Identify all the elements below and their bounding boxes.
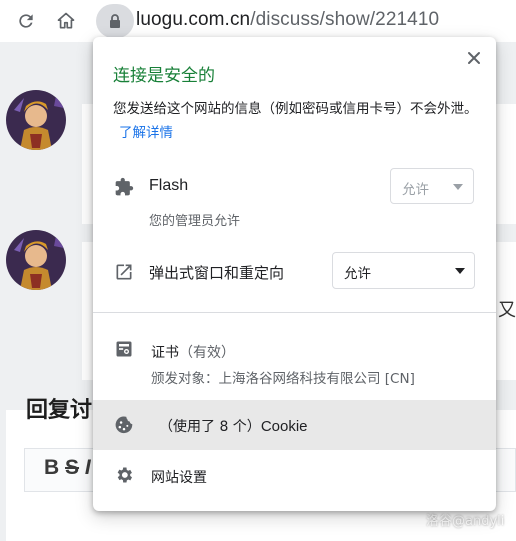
home-icon <box>57 12 75 29</box>
puzzle-icon <box>113 176 135 198</box>
home-button[interactable] <box>52 7 80 35</box>
reload-button[interactable] <box>12 7 40 35</box>
browser-toolbar: luogu.com.cn/discuss/show/221410 <box>0 0 516 42</box>
external-link-icon <box>113 261 135 283</box>
address-bar[interactable]: luogu.com.cn/discuss/show/221410 <box>136 9 439 31</box>
reply-heading: 回复讨 <box>26 398 93 423</box>
url-host: luogu.com.cn <box>136 9 251 30</box>
watermark: 洛谷@andyli <box>426 514 505 529</box>
bold-button[interactable]: B <box>44 456 59 479</box>
italic-button[interactable]: I <box>85 456 91 479</box>
certificate-label: 证书 <box>151 345 179 361</box>
url-path: /discuss/show/221410 <box>250 9 440 30</box>
avatar[interactable] <box>6 90 66 150</box>
certificate-issued-to: 颁发对象：上海洛谷网络科技有限公司 [CN] <box>151 371 415 387</box>
lock-icon <box>110 14 120 28</box>
site-info-popup: 连接是安全的 您发送给这个网站的信息（例如密码或信用卡号）不会外泄。了解详情 F… <box>93 37 496 511</box>
cookie-icon <box>113 414 135 436</box>
security-description-text: 您发送给这个网站的信息（例如密码或信用卡号）不会外泄。 <box>113 101 478 117</box>
strikethrough-button[interactable]: S <box>65 456 79 479</box>
site-settings-link[interactable]: 网站设置 <box>151 467 207 487</box>
post-text-fragment: 又 <box>498 300 516 321</box>
chevron-down-icon <box>453 184 463 190</box>
close-button[interactable] <box>463 47 485 69</box>
security-description: 您发送给这个网站的信息（例如密码或信用卡号）不会外泄。了解详情 <box>113 97 483 145</box>
gear-icon <box>113 464 135 486</box>
certificate-icon <box>113 338 135 360</box>
avatar[interactable] <box>6 230 66 290</box>
close-icon <box>468 52 480 64</box>
flash-permission-select: 允许 <box>390 168 474 204</box>
popups-permission-select[interactable]: 允许 <box>332 252 475 289</box>
divider <box>93 312 496 313</box>
cookies-count: （使用了 8 个） <box>159 419 261 435</box>
learn-more-link[interactable]: 了解详情 <box>119 125 173 141</box>
popups-permission-value: 允许 <box>344 266 371 282</box>
certificate-button[interactable]: 证书（有效） <box>151 342 235 362</box>
cookies-text: Cookie <box>260 418 308 435</box>
flash-permission-value: 允许 <box>402 182 429 198</box>
cookies-label: （使用了 8 个）Cookie <box>159 416 308 436</box>
popups-permission-label: 弹出式窗口和重定向 <box>149 264 285 282</box>
site-info-button[interactable] <box>96 4 134 38</box>
chevron-down-icon <box>455 268 465 274</box>
certificate-status: （有效） <box>179 345 235 361</box>
reload-icon <box>19 14 33 28</box>
flash-permission-label: Flash <box>149 177 189 194</box>
flash-admin-note: 您的管理员允许 <box>149 214 241 229</box>
cookies-row[interactable]: （使用了 8 个）Cookie <box>93 400 496 450</box>
connection-secure-title: 连接是安全的 <box>113 66 215 86</box>
